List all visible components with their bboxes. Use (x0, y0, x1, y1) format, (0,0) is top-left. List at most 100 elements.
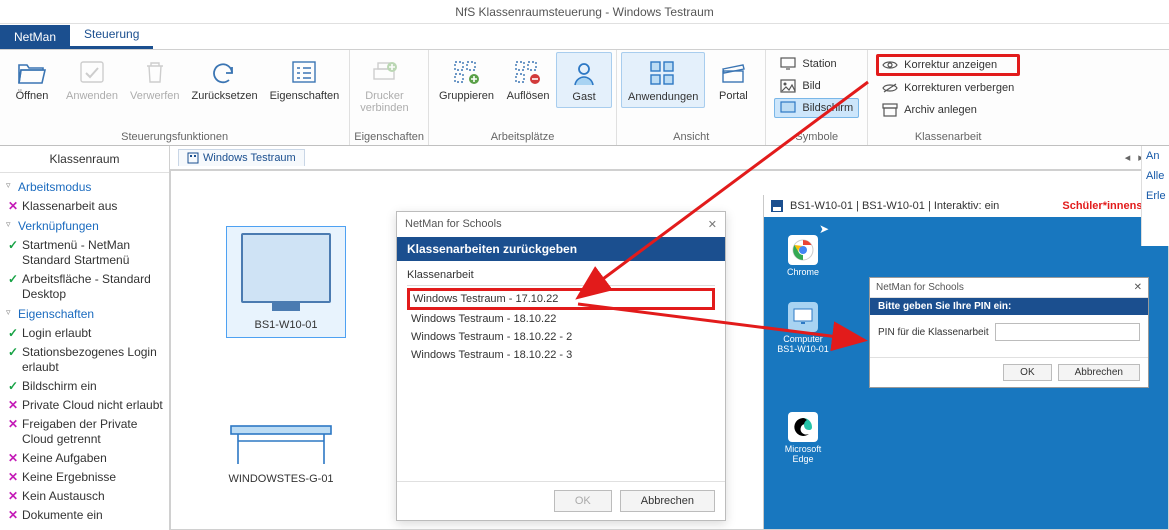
right-panel-alle[interactable]: Alle (1142, 166, 1169, 186)
screen-button[interactable]: Bildschirm (774, 98, 859, 118)
image-button[interactable]: Bild (774, 76, 859, 96)
tree-item-label: Freigaben der Private Cloud getrennt (22, 417, 137, 446)
tree-item[interactable]: ✕Klassenarbeit aus (4, 197, 169, 216)
tree-group-title[interactable]: Verknüpfungen (4, 216, 169, 236)
image-icon (780, 78, 796, 94)
portal-button[interactable]: Portal (705, 52, 761, 106)
apply-label: Anwenden (66, 90, 118, 102)
eye-off-icon (882, 80, 898, 96)
desktop-icon-edge[interactable]: Microsoft Edge (774, 412, 832, 464)
guest-button[interactable]: Gast (556, 52, 612, 108)
eye-icon (882, 57, 898, 73)
apps-icon (647, 57, 679, 89)
ribbon-tabs: NetMan Steuerung (0, 24, 1169, 50)
tree-item[interactable]: ✓Startmenü - NetMan Standard Startmenü (4, 236, 169, 270)
tree-item-label: Keine Ergebnisse (22, 470, 116, 484)
exam-list-item[interactable]: Windows Testraum - 17.10.22 (407, 288, 715, 310)
ungroup-label: Auflösen (507, 90, 550, 102)
group-symbole-label: Symbole (770, 129, 863, 145)
tree-item[interactable]: ✕Kein Austausch (4, 487, 169, 506)
ungroup-icon (512, 56, 544, 88)
check-icon: ✓ (6, 345, 20, 360)
classroom-tree: Arbeitsmodus✕Klassenarbeit ausVerknüpfun… (0, 173, 169, 530)
tree-item[interactable]: ✕Dokumente ein (4, 506, 169, 525)
archive-button[interactable]: Archiv anlegen (876, 100, 1020, 120)
group-klassenarbeit-label: Klassenarbeit (872, 129, 1024, 145)
tree-item[interactable]: ✕Keine Aufgaben (4, 449, 169, 468)
edge-icon (788, 412, 818, 442)
dialog-cancel-button[interactable]: Abbrechen (620, 490, 715, 512)
window-title: NfS Klassenraumsteuerung - Windows Testr… (455, 5, 714, 19)
device-ws-label: BS1-W10-01 (233, 319, 339, 331)
properties-button[interactable]: Eigenschaften (264, 52, 346, 106)
show-correction-button[interactable]: Korrektur anzeigen (876, 54, 1020, 76)
student-desktop: ➤ Chrome Computer BS1-W10-01 Microsoft E… (764, 217, 1168, 529)
ribbon: Öffnen Anwenden Verwerfen Zurücksetzen (0, 50, 1169, 146)
disk-icon (770, 199, 784, 213)
pin-input[interactable] (995, 323, 1140, 341)
tree-group-title[interactable]: Arbeitsmodus (4, 177, 169, 197)
nav-prev-icon[interactable]: ◂ (1125, 151, 1131, 164)
ungroup-button[interactable]: Auflösen (500, 52, 556, 106)
tree-item[interactable]: ✓Login erlaubt (4, 324, 169, 343)
tree-item[interactable]: ✓Bildschirm ein (4, 377, 169, 396)
pin-label: PIN für die Klassenarbeit (878, 327, 989, 338)
guest-user-icon (568, 57, 600, 89)
tree-item-label: Bildschirm ein (22, 379, 97, 393)
pin-ok-button[interactable]: OK (1003, 364, 1051, 381)
guest-label: Gast (572, 91, 595, 103)
reset-button[interactable]: Zurücksetzen (186, 52, 264, 106)
tree-item[interactable]: ✕Private Cloud nicht erlaubt (4, 396, 169, 415)
tree-group-title[interactable]: Eigenschaften (4, 304, 169, 324)
check-icon: ✓ (6, 326, 20, 341)
desktop-icon-chrome[interactable]: Chrome (774, 235, 832, 277)
student-header: BS1-W10-01 | BS1-W10-01 | Interaktiv: ei… (790, 200, 999, 212)
tree-item[interactable]: ✓Arbeitsfläche - Standard Desktop (4, 270, 169, 304)
exam-list-item[interactable]: Windows Testraum - 18.10.22 (407, 310, 715, 328)
cursor-icon: ➤ (819, 222, 829, 236)
archive-icon (882, 102, 898, 118)
tree-item-label: Arbeitsfläche - Standard Desktop (22, 272, 151, 301)
apps-label: Anwendungen (628, 91, 698, 103)
right-panel-an[interactable]: An (1142, 146, 1169, 166)
undo-icon (209, 56, 241, 88)
device-workstation[interactable]: BS1-W10-01 (226, 226, 346, 338)
printer-label: Drucker verbinden (360, 90, 408, 114)
room-canvas[interactable]: BS1-W10-01 WINDOWSTES-G-01 NetMan for Sc… (170, 170, 1169, 530)
pin-close-icon[interactable]: ✕ (1134, 282, 1142, 293)
printer-plus-icon (368, 56, 400, 88)
tab-steuerung[interactable]: Steuerung (70, 22, 153, 49)
monitor-graphic (241, 233, 331, 303)
check-icon: ✓ (6, 379, 20, 394)
cross-icon: ✕ (6, 398, 20, 413)
classroom-panel: Klassenraum Arbeitsmodus✕Klassenarbeit a… (0, 146, 170, 530)
tree-item[interactable]: ✕Freigaben der Private Cloud getrennt (4, 415, 169, 449)
group-button[interactable]: Gruppieren (433, 52, 500, 106)
desktop-icon-computer[interactable]: Computer BS1-W10-01 (774, 302, 832, 354)
tree-item[interactable]: ✕Keine Ergebnisse (4, 468, 169, 487)
apply-button: Anwenden (60, 52, 124, 106)
pin-dialog: NetMan for Schools ✕ Bitte geben Sie Ihr… (869, 277, 1149, 388)
tab-netman[interactable]: NetMan (0, 25, 70, 49)
cross-icon: ✕ (6, 489, 20, 504)
tree-item[interactable]: ✓Stationsbezogenes Login erlaubt (4, 343, 169, 377)
pin-cancel-button[interactable]: Abbrechen (1058, 364, 1140, 381)
tree-item-label: Keine Aufgaben (22, 451, 107, 465)
dialog-frame-title: NetMan for Schools (405, 218, 502, 231)
dialog-ok-button[interactable]: OK (554, 490, 612, 512)
dialog-close-icon[interactable]: ✕ (708, 218, 717, 231)
exam-list-item[interactable]: Windows Testraum - 18.10.22 - 2 (407, 328, 715, 346)
group-ansicht-label: Ansicht (621, 129, 761, 145)
hide-corrections-button[interactable]: Korrekturen verbergen (876, 78, 1020, 98)
reset-label: Zurücksetzen (192, 90, 258, 102)
doc-tab-testraum[interactable]: Windows Testraum (178, 149, 305, 166)
open-button[interactable]: Öffnen (4, 52, 60, 106)
monitor-icon (780, 56, 796, 72)
check-icon: ✓ (6, 272, 20, 287)
exam-list-item[interactable]: Windows Testraum - 18.10.22 - 3 (407, 346, 715, 364)
device-desk[interactable]: WINDOWSTES-G-01 (221, 421, 341, 485)
apps-button[interactable]: Anwendungen (621, 52, 705, 108)
station-button[interactable]: Station (774, 54, 859, 74)
screen-icon (780, 100, 796, 116)
right-panel-erle[interactable]: Erle (1142, 186, 1169, 206)
